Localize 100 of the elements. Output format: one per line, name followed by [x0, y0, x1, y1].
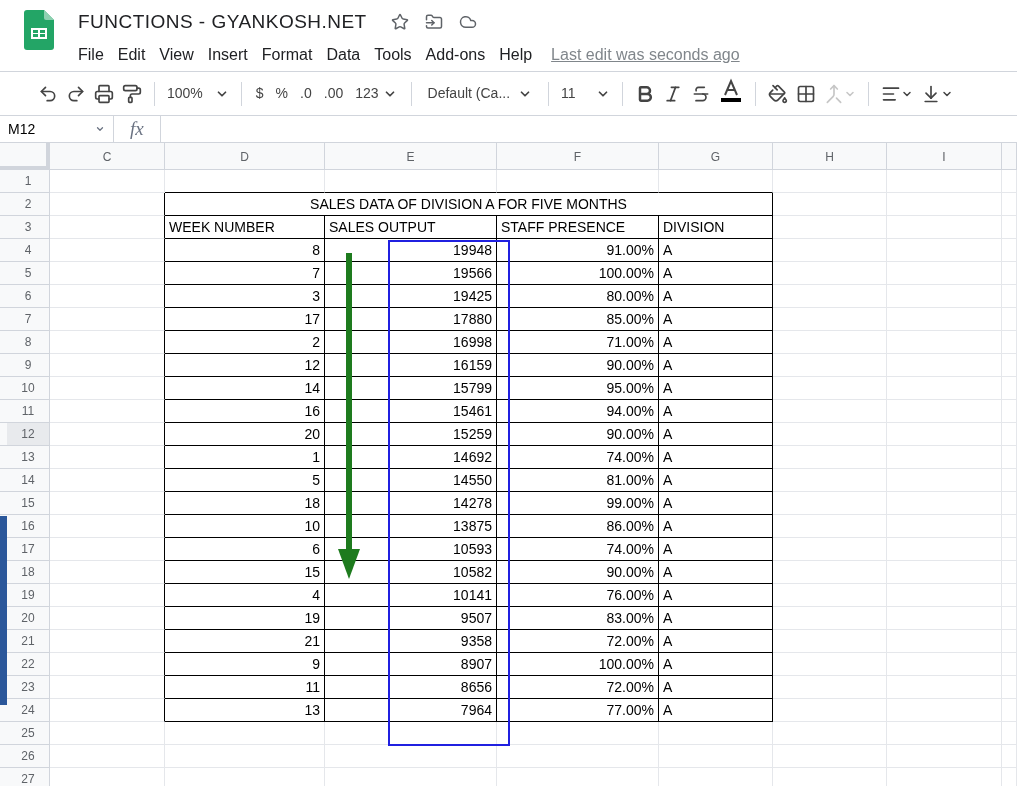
- column-header[interactable]: F: [497, 143, 659, 170]
- column-header[interactable]: E: [325, 143, 497, 170]
- table-cell: 20: [165, 423, 325, 446]
- percent-format[interactable]: %: [269, 77, 295, 110]
- table-cell: 6: [165, 538, 325, 561]
- table-cell: 4: [165, 584, 325, 607]
- table-cell: A: [659, 561, 773, 584]
- table-cell: 71.00%: [497, 331, 659, 354]
- table-cell: 2: [165, 331, 325, 354]
- table-cell: 10141: [325, 584, 497, 607]
- table-cell: A: [659, 423, 773, 446]
- table-cell: 100.00%: [497, 653, 659, 676]
- menu-item[interactable]: Data: [319, 42, 368, 67]
- table-cell: A: [659, 699, 773, 722]
- folder-icon[interactable]: [424, 13, 443, 32]
- column-header[interactable]: H: [773, 143, 887, 170]
- column-header[interactable]: C: [50, 143, 165, 170]
- table-cell: A: [659, 584, 773, 607]
- name-box[interactable]: M12: [0, 116, 114, 142]
- grid-cell: [1002, 377, 1017, 400]
- table-cell: A: [659, 400, 773, 423]
- table-cell: 15: [165, 561, 325, 584]
- zoom-dropdown[interactable]: 100%: [163, 77, 233, 110]
- table-cell: 9: [165, 653, 325, 676]
- table-cell: 72.00%: [497, 630, 659, 653]
- table-cell: 100.00%: [497, 262, 659, 285]
- table-cell: 90.00%: [497, 423, 659, 446]
- table-cell: 8: [165, 239, 325, 262]
- table-cell: 10: [165, 515, 325, 538]
- table-cell: A: [659, 308, 773, 331]
- menu-item[interactable]: Help: [492, 42, 540, 67]
- menu-item[interactable]: Tools: [367, 42, 419, 67]
- grid-cell: [1002, 538, 1017, 561]
- table-cell: 17: [165, 308, 325, 331]
- grid-cell: [1002, 630, 1017, 653]
- menu-item[interactable]: Add-ons: [418, 42, 493, 67]
- table-cell: 7: [165, 262, 325, 285]
- table-cell: 3: [165, 285, 325, 308]
- menu-item[interactable]: View: [152, 42, 201, 67]
- grid-cell: [1002, 722, 1017, 745]
- grid-cell: [1002, 354, 1017, 377]
- table-cell: 8907: [325, 653, 497, 676]
- menu-item[interactable]: Insert: [200, 42, 255, 67]
- grid-cell: [1002, 745, 1017, 768]
- table-cell: 21: [165, 630, 325, 653]
- grid-cell: [1002, 285, 1017, 308]
- menu-item[interactable]: Edit: [110, 42, 153, 67]
- table-cell: 7964: [325, 699, 497, 722]
- menu-item[interactable]: Format: [254, 42, 320, 67]
- table-cell: A: [659, 538, 773, 561]
- grid-cell: [1002, 239, 1017, 262]
- table-cell: 77.00%: [497, 699, 659, 722]
- decrease-decimals[interactable]: .0: [294, 77, 318, 110]
- grid-cell: [1002, 170, 1017, 193]
- table-cell: 90.00%: [497, 354, 659, 377]
- table-cell: A: [659, 285, 773, 308]
- column-header[interactable]: I: [887, 143, 1002, 170]
- column-heading-cell: SALES OUTPUT: [325, 216, 497, 239]
- grid-cell: [1002, 676, 1017, 699]
- currency-format[interactable]: $: [249, 77, 270, 110]
- column-heading-cell: WEEK NUMBER: [165, 216, 325, 239]
- table-cell: 11: [165, 676, 325, 699]
- grid-cell: [1002, 699, 1017, 722]
- table-cell: 12: [165, 354, 325, 377]
- row-header[interactable]: 12: [7, 423, 49, 445]
- table-cell: 81.00%: [497, 469, 659, 492]
- star-icon[interactable]: [390, 13, 409, 32]
- column-header[interactable]: G: [659, 143, 773, 170]
- table-cell: A: [659, 239, 773, 262]
- table-cell: 86.00%: [497, 515, 659, 538]
- table-cell: 72.00%: [497, 676, 659, 699]
- table-cell: A: [659, 630, 773, 653]
- table-cell: 5: [165, 469, 325, 492]
- menu-item[interactable]: File: [71, 42, 111, 67]
- font-dropdown[interactable]: Default (Ca...: [419, 77, 541, 110]
- table-cell: A: [659, 377, 773, 400]
- table-cell: A: [659, 262, 773, 285]
- increase-decimals[interactable]: .00: [317, 77, 350, 110]
- table-cell: A: [659, 676, 773, 699]
- column-heading-cell: STAFF PRESENCE: [497, 216, 659, 239]
- spreadsheet-logo[interactable]: [24, 10, 54, 50]
- table-cell: 94.00%: [497, 400, 659, 423]
- table-cell: A: [659, 653, 773, 676]
- grid-cell: [1002, 216, 1017, 239]
- grid-cell: [1002, 262, 1017, 285]
- table-cell: 9507: [325, 607, 497, 630]
- more-formats[interactable]: 123: [349, 77, 403, 110]
- table-cell: 85.00%: [497, 308, 659, 331]
- column-heading-cell: DIVISION: [659, 216, 773, 239]
- table-cell: A: [659, 607, 773, 630]
- table-cell: 74.00%: [497, 538, 659, 561]
- table-title-cell: SALES DATA OF DIVISION A FOR FIVE MONTHS: [165, 193, 773, 216]
- table-cell: A: [659, 354, 773, 377]
- font-size-dropdown[interactable]: 11: [557, 77, 614, 110]
- document-title[interactable]: FUNCTIONS - GYANKOSH.NET: [78, 8, 367, 37]
- grid-cell: [1002, 446, 1017, 469]
- table-cell: 90.00%: [497, 561, 659, 584]
- column-header[interactable]: D: [165, 143, 325, 170]
- last-edit-link[interactable]: Last edit was seconds ago: [551, 42, 740, 67]
- table-cell: 76.00%: [497, 584, 659, 607]
